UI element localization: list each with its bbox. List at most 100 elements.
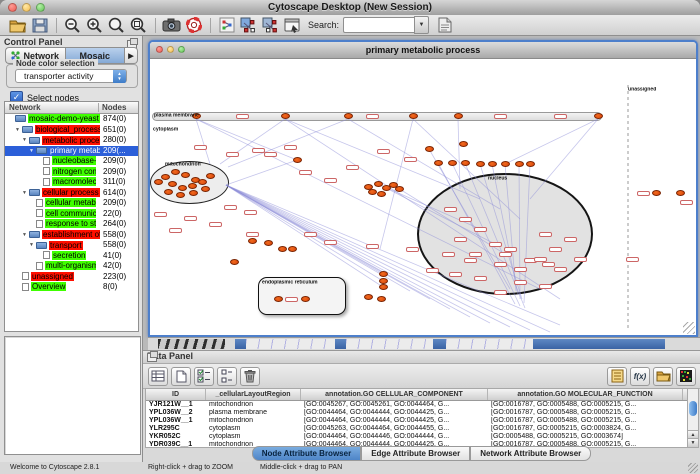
background-window[interactable] — [346, 339, 433, 349]
table-row-YLR295C[interactable]: YLR295Ccytoplasm[GO:0045263, GO:0044464,… — [146, 425, 687, 433]
zoom-in-icon[interactable] — [84, 16, 105, 35]
tree-row-nitrogen-compo[interactable]: nitrogen compo209(0) — [5, 167, 138, 178]
tree-row-overview[interactable]: Overview8(0) — [5, 282, 138, 293]
tree-row-macromolecule[interactable]: macromolecule311(0) — [5, 177, 138, 188]
data-panel-toolbar: f(x) — [143, 364, 700, 389]
tab-overflow-arrow-icon[interactable]: ▶ — [125, 47, 138, 64]
zoom-fit-icon[interactable] — [128, 16, 149, 35]
tree-row-unassigned[interactable]: unassigned223(0) — [5, 272, 138, 283]
background-window[interactable] — [246, 339, 335, 349]
trash-icon[interactable] — [240, 367, 260, 386]
network-frame-titlebar[interactable]: primary metabolic process — [150, 42, 696, 59]
heatmap-icon[interactable] — [676, 367, 696, 386]
disclosure-triangle-icon[interactable]: ▼ — [22, 188, 29, 199]
window-title: Cytoscape Desktop (New Session) — [0, 0, 700, 15]
zoom-selected-icon[interactable] — [106, 16, 127, 35]
table-row-YPL036W__2[interactable]: YPL036W__2plasma membrane[GO:0044464, GO… — [146, 409, 687, 417]
function-builder-icon[interactable]: f(x) — [630, 367, 650, 386]
search-input[interactable] — [343, 17, 414, 33]
annotation-network-icon-2[interactable] — [260, 16, 281, 35]
table-column-header[interactable]: annotation.GO CELLULAR_COMPONENT — [301, 389, 488, 400]
table-row-YPL036W__1[interactable]: YPL036W__1mitochondrion[GO:0044464, GO:0… — [146, 417, 687, 425]
table-cell: YJR121W__1 — [146, 401, 206, 409]
tree-row-transport[interactable]: ▼transport558(0) — [5, 240, 138, 251]
background-window[interactable] — [235, 339, 246, 349]
tab-network-attribute-browser[interactable]: Network Attribute Browser — [470, 446, 591, 461]
canvas-resize-grip[interactable] — [683, 322, 695, 334]
node-color-selection-group: Node color selection transporter activit… — [6, 64, 138, 88]
background-window[interactable] — [533, 339, 665, 349]
tab-node-attribute-browser[interactable]: Node Attribute Browser — [252, 446, 362, 461]
birdseye-view-panel[interactable] — [4, 336, 141, 455]
import-attributes-icon[interactable] — [653, 367, 673, 386]
tree-row-label: establishment of lo — [42, 230, 100, 239]
annotation-network-icon-1[interactable] — [238, 16, 259, 35]
attribute-matrix-icon[interactable] — [607, 367, 627, 386]
tree-row-cellular-metabo[interactable]: cellular metabo209(0) — [5, 198, 138, 209]
window-titlebar[interactable]: Cytoscape Desktop (New Session) — [0, 0, 700, 16]
background-window[interactable] — [158, 339, 225, 349]
table-cell: mitochondrion — [206, 417, 301, 425]
table-column-header[interactable]: annotation.GO MOLECULAR_FUNCTION — [488, 389, 683, 400]
status-zoom-hint: Right-click + drag to ZOOM — [148, 464, 233, 471]
float-panel-icon[interactable] — [147, 353, 157, 362]
tree-row-cell-communicat[interactable]: cell communicat22(0) — [5, 209, 138, 220]
control-panel-title: Control Panel — [4, 37, 63, 47]
file-icon — [43, 167, 50, 175]
new-attribute-icon[interactable] — [171, 367, 191, 386]
folder-icon — [29, 231, 40, 238]
dropdown-stepper-icon[interactable]: ▲▼ — [113, 70, 126, 83]
tree-row-response-to-stimulu[interactable]: response to stimulu264(0) — [5, 219, 138, 230]
search-dropdown-icon[interactable]: ▼ — [414, 16, 429, 34]
data-panel: Data Panel f(x) ID_cellularLayoutRegiona… — [143, 350, 700, 462]
plugin-network-icon[interactable] — [216, 16, 237, 35]
background-window[interactable] — [335, 339, 346, 349]
network-canvas[interactable]: plasma membrane cytoplasm mitochondrion … — [150, 59, 696, 335]
tree-row-count: 22(0) — [103, 209, 122, 220]
data-panel-titlebar[interactable]: Data Panel — [143, 351, 700, 364]
background-window[interactable] — [446, 339, 533, 349]
window-capture-icon[interactable] — [282, 16, 303, 35]
table-column-header[interactable]: _cellularLayoutRegion — [206, 389, 301, 400]
tree-row-establishment-of-lo[interactable]: ▼establishment of lo558(0) — [5, 230, 138, 241]
disclosure-triangle-icon[interactable]: ▼ — [22, 230, 29, 241]
help-lifering-icon[interactable] — [183, 16, 204, 35]
tree-row-secretion[interactable]: secretion41(0) — [5, 251, 138, 262]
status-pan-hint: Middle-click + drag to PAN — [260, 464, 342, 471]
save-session-icon[interactable] — [29, 16, 50, 35]
scrollbar-thumb[interactable] — [689, 401, 697, 416]
table-row-YKR052C[interactable]: YKR052Ccytoplasm[GO:0044464, GO:0044446,… — [146, 433, 687, 441]
document-icon[interactable] — [434, 16, 455, 35]
tree-row-biological-process[interactable]: ▼biological_process651(0) — [5, 125, 138, 136]
disclosure-triangle-icon[interactable]: ▼ — [15, 125, 22, 136]
snapshot-camera-icon[interactable] — [161, 16, 182, 35]
folder-icon — [36, 242, 47, 249]
tree-row-cellular-process[interactable]: ▼cellular process614(0) — [5, 188, 138, 199]
unselect-attributes-icon[interactable] — [217, 367, 237, 386]
node-color-selection-legend: Node color selection — [13, 59, 98, 68]
disclosure-triangle-icon[interactable]: ▼ — [29, 146, 36, 157]
disclosure-triangle-icon[interactable]: ▼ — [29, 240, 36, 251]
disclosure-triangle-icon[interactable]: ▼ — [22, 135, 29, 146]
tab-edge-attribute-browser[interactable]: Edge Attribute Browser — [361, 446, 470, 461]
cytoscape-window: Cytoscape Desktop (New Session) Search: … — [0, 0, 700, 474]
tree-row-label: cellular process — [42, 188, 100, 197]
tree-row-multi-organism-pro[interactable]: multi-organism pro42(0) — [5, 261, 138, 272]
select-attributes-icon[interactable] — [148, 367, 168, 386]
table-column-header[interactable]: ID — [146, 389, 206, 400]
plasma-membrane-label: plasma membrane — [154, 113, 199, 118]
table-row-YJR121W__1[interactable]: YJR121W__1mitochondrion[GO:0045267, GO:0… — [146, 401, 687, 409]
node-color-dropdown[interactable]: transporter activity ▲▼ — [15, 69, 127, 83]
table-scrollbar[interactable]: ▲ ▼ — [687, 388, 699, 448]
attribute-table-header[interactable]: ID_cellularLayoutRegionannotation.GO CEL… — [146, 389, 687, 401]
zoom-out-icon[interactable] — [62, 16, 83, 35]
window-resize-grip[interactable] — [688, 463, 698, 473]
tree-row-mosaic-demo-yeast[interactable]: mosaic-demo-yeast874(0) — [5, 114, 138, 125]
tree-row-nucleobase-c[interactable]: nucleobase-c209(0) — [5, 156, 138, 167]
delete-attribute-icon[interactable] — [194, 367, 214, 386]
open-session-icon[interactable] — [7, 16, 28, 35]
tree-row-primary-metabo[interactable]: ▼primary metabo209(... — [5, 146, 138, 157]
network-tree-header[interactable]: Network Nodes — [5, 102, 138, 114]
background-window[interactable] — [433, 339, 446, 349]
tree-row-metabolic-process[interactable]: ▼metabolic process280(0) — [5, 135, 138, 146]
